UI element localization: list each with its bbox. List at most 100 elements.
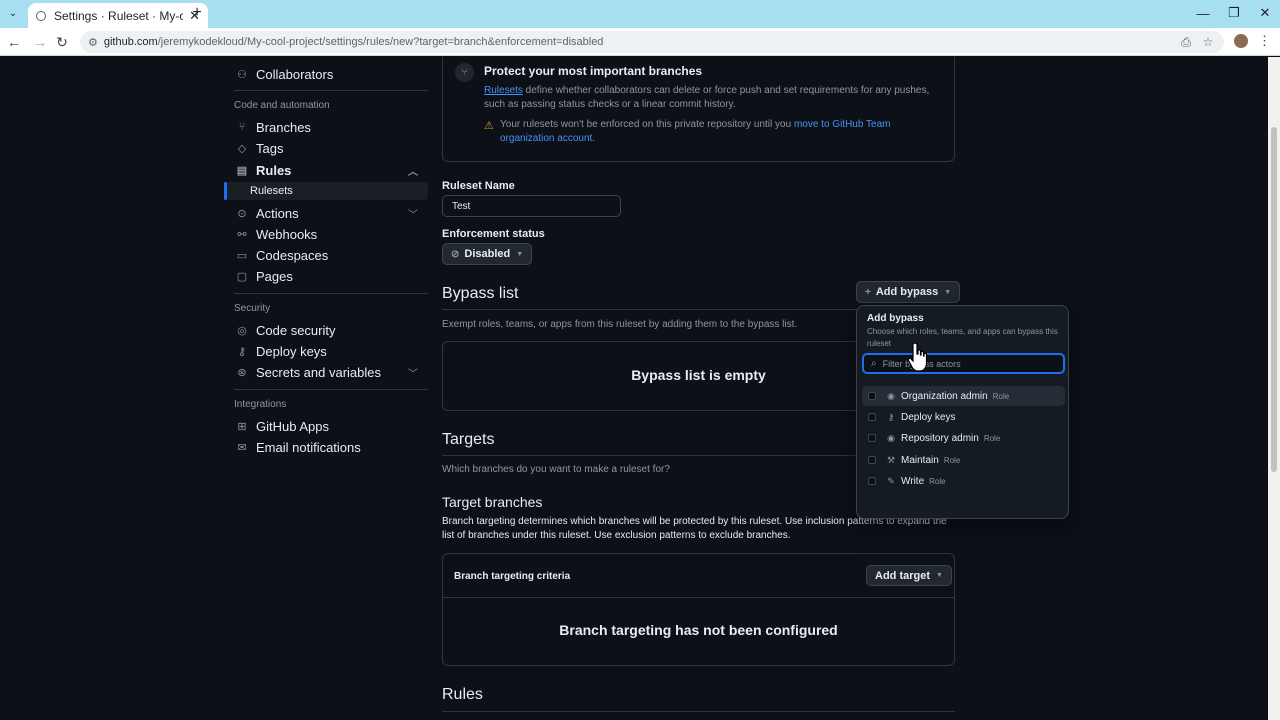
- browser-menu-icon[interactable]: ⋮: [1258, 33, 1271, 49]
- section-divider: [442, 711, 955, 712]
- browser-tab[interactable]: Settings · Ruleset · My-cool-pro ✕: [28, 3, 208, 28]
- codescan-icon: ◎: [237, 324, 247, 337]
- minimize-icon[interactable]: —: [1188, 4, 1218, 22]
- address-bar: ← → ↻ ⚙ github.com/jeremykodekloud/My-co…: [0, 28, 1280, 56]
- targets-heading: Targets: [442, 431, 495, 448]
- page-scrollbar[interactable]: [1268, 57, 1280, 720]
- scrollbar-thumb[interactable]: [1271, 127, 1277, 472]
- sidebar-item-deploy-keys[interactable]: ⚷ Deploy keys: [224, 340, 428, 362]
- key-icon: ⚷: [237, 345, 247, 358]
- play-icon: ⊙: [237, 207, 247, 220]
- url-field[interactable]: ⚙ github.com/jeremykodekloud/My-cool-pro…: [80, 31, 1224, 53]
- info-description: Rulesets define whether collaborators ca…: [484, 85, 930, 110]
- filter-bypass-actors-field[interactable]: ⌕: [862, 353, 1065, 374]
- profile-avatar[interactable]: [1234, 34, 1248, 48]
- branch-targeting-empty-message: Branch targeting has not been configured: [559, 622, 838, 638]
- ruleset-info-box: ⑂ Protect your most important branches R…: [442, 57, 955, 162]
- chevron-down-icon: ﹀: [408, 209, 418, 221]
- sidebar-heading-code-automation: Code and automation: [234, 100, 330, 111]
- skip-icon: ⊘: [451, 248, 460, 260]
- branch-targeting-box: Branch targeting criteria Add target ▼ Br…: [442, 553, 955, 666]
- checkbox[interactable]: [868, 392, 876, 400]
- tab-search-icon[interactable]: ⌄: [4, 4, 22, 22]
- sidebar-item-tags[interactable]: ◇ Tags: [224, 137, 428, 159]
- new-tab-icon[interactable]: +: [188, 4, 206, 22]
- tag-icon: ◇: [237, 142, 247, 155]
- sidebar-item-github-apps[interactable]: ⊞ GitHub Apps: [224, 415, 428, 437]
- reload-icon[interactable]: ↻: [53, 33, 71, 51]
- caret-down-icon: ▼: [936, 572, 943, 579]
- window-close-icon[interactable]: ✕: [1250, 4, 1280, 22]
- alert-icon: ⚠: [484, 120, 494, 132]
- rules-icon: ▤: [236, 164, 248, 177]
- bypass-option-repository-admin[interactable]: ◉ Repository admin Role: [862, 428, 1065, 448]
- restore-icon[interactable]: ❐: [1219, 4, 1249, 22]
- people-icon: ⚇: [237, 68, 247, 81]
- target-branches-heading: Target branches: [442, 494, 543, 510]
- sidebar-item-pages[interactable]: ▢ Pages: [224, 265, 428, 287]
- bypass-option-organization-admin[interactable]: ◉ Organization admin Role: [862, 386, 1065, 406]
- caret-down-icon: ▼: [944, 288, 952, 296]
- add-target-button[interactable]: Add target ▼: [866, 565, 952, 586]
- sidebar-item-collaborators[interactable]: ⚇ Collaborators: [224, 63, 428, 85]
- sidebar-item-email-notifications[interactable]: ✉ Email notifications: [224, 436, 428, 458]
- ruleset-name-label: Ruleset Name: [442, 180, 515, 192]
- sidebar-item-branches[interactable]: ⑂ Branches: [224, 116, 428, 138]
- bypass-option-write[interactable]: ✎ Write Role: [862, 471, 1065, 491]
- tab-title: Settings · Ruleset · My-cool-pro: [54, 8, 184, 23]
- box-divider: [443, 597, 954, 598]
- bypass-list-heading: Bypass list: [442, 285, 519, 302]
- sidebar-item-webhooks[interactable]: ⚯ Webhooks: [224, 223, 428, 245]
- mail-icon: ✉: [237, 441, 247, 454]
- bookmark-star-icon[interactable]: ☆: [1197, 31, 1219, 53]
- checkbox[interactable]: [868, 477, 876, 485]
- bypass-option-maintain[interactable]: ⚒ Maintain Role: [862, 450, 1065, 470]
- git-branch-icon: ⑂: [455, 63, 474, 82]
- github-favicon-icon: [36, 10, 46, 21]
- sidebar-item-code-security[interactable]: ◎ Code security: [224, 319, 428, 341]
- search-icon: ⌕: [871, 358, 877, 369]
- info-title: Protect your most important branches: [484, 64, 703, 78]
- forward-icon[interactable]: →: [31, 33, 49, 51]
- targets-description: Which branches do you want to make a rul…: [442, 464, 670, 475]
- sidebar-item-actions[interactable]: ⊙ Actions ﹀: [224, 202, 428, 224]
- apps-icon: ⊞: [237, 420, 247, 433]
- back-icon[interactable]: ←: [5, 33, 23, 51]
- overlay-title: Add bypass: [867, 313, 924, 324]
- sidebar-divider: [234, 90, 428, 91]
- sidebar-item-rules[interactable]: ▤ Rules ︿: [224, 159, 428, 181]
- rulesets-link[interactable]: Rulesets: [484, 85, 523, 96]
- tools-icon: ⚒: [886, 454, 896, 465]
- overlay-subtitle: Choose which roles, teams, and apps can …: [867, 327, 1058, 348]
- plus-icon: +: [865, 286, 871, 298]
- checkbox[interactable]: [868, 413, 876, 421]
- bypass-option-deploy-keys[interactable]: ⚷ Deploy keys: [862, 407, 1065, 427]
- key-icon: ⚷: [887, 411, 895, 422]
- target-branches-description: Branch targeting determines which branch…: [442, 516, 947, 541]
- add-bypass-overlay: Add bypass Choose which roles, teams, an…: [856, 305, 1069, 519]
- sidebar-item-rulesets[interactable]: Rulesets: [224, 182, 428, 200]
- sidebar-item-secrets[interactable]: ⊛ Secrets and variables ﹀: [224, 361, 428, 383]
- enforcement-status-label: Enforcement status: [442, 228, 545, 240]
- browser-tab-strip: ⌄ Settings · Ruleset · My-cool-pro ✕ + —…: [0, 0, 1280, 28]
- key-asterisk-icon: ⊛: [237, 366, 247, 379]
- site-info-icon[interactable]: ⚙: [88, 36, 98, 49]
- browser-icon: ▢: [236, 270, 248, 283]
- eye-icon: ◉: [887, 432, 895, 443]
- sidebar-divider: [234, 389, 428, 390]
- chevron-up-icon: ︿: [408, 166, 418, 178]
- add-bypass-button[interactable]: + Add bypass ▼: [856, 281, 961, 303]
- hand-pointer-cursor-icon: [907, 342, 928, 372]
- install-app-icon[interactable]: ⎙: [1175, 31, 1197, 53]
- checkbox[interactable]: [868, 434, 876, 442]
- enforcement-status-button[interactable]: ⊘ Disabled ▼: [442, 243, 533, 265]
- branch-targeting-criteria-label: Branch targeting criteria: [454, 571, 571, 582]
- caret-down-icon: ▼: [516, 250, 524, 258]
- warning-text: Your rulesets won't be enforced on this …: [500, 119, 891, 144]
- sidebar-item-codespaces[interactable]: ▭ Codespaces: [224, 244, 428, 266]
- ruleset-name-input[interactable]: Test: [442, 195, 621, 217]
- checkbox[interactable]: [868, 456, 876, 464]
- url-path: /jeremykodekloud/My-cool-project/setting…: [157, 36, 604, 48]
- sidebar-heading-security: Security: [234, 303, 271, 314]
- sidebar-heading-integrations: Integrations: [234, 399, 287, 410]
